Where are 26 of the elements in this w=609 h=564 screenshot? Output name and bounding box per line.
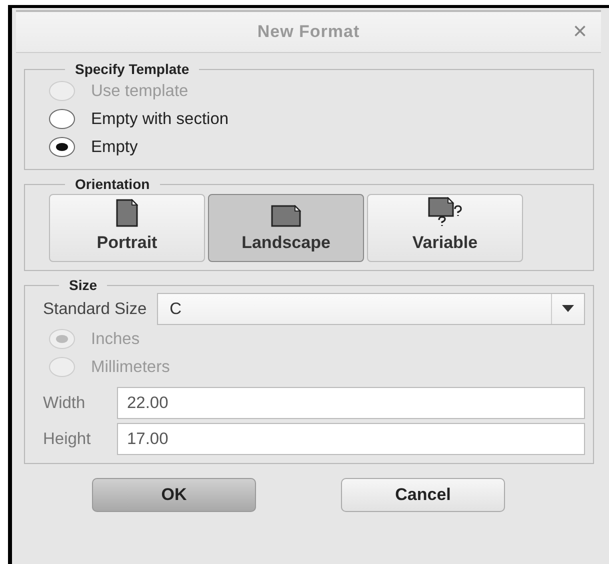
dropdown-arrow-icon — [562, 305, 574, 313]
input-field[interactable]: 22.00 — [117, 387, 585, 419]
group-title: Specify Template — [74, 61, 190, 77]
radio-button[interactable] — [49, 137, 75, 157]
radio-label: Empty with section — [91, 110, 229, 128]
field-label: Width — [43, 394, 86, 412]
input-field[interactable]: 17.00 — [117, 423, 585, 455]
group-title: Orientation — [74, 176, 151, 192]
variable-button[interactable]: Variable — [367, 194, 523, 262]
ok-button[interactable]: OK — [92, 478, 256, 512]
radio-button[interactable] — [49, 109, 75, 129]
radio-label: Use template — [91, 82, 188, 100]
standard-size-dropdown[interactable]: C — [156, 293, 585, 325]
variable-page-icon — [428, 197, 462, 227]
radio-label: Empty — [91, 138, 138, 156]
landscape-page-icon — [271, 205, 301, 227]
field-label: Standard Size — [43, 300, 147, 318]
field-label: Height — [43, 430, 92, 448]
portrait-page-icon — [116, 199, 138, 227]
portrait-button[interactable]: Portrait — [49, 194, 205, 262]
window-title: New Format — [257, 22, 360, 42]
radio-label: Inches — [91, 330, 140, 348]
landscape-button[interactable]: Landscape — [208, 194, 364, 262]
group-title: Size — [68, 277, 98, 293]
cancel-button[interactable]: Cancel — [341, 478, 505, 512]
radio-label: Millimeters — [91, 358, 170, 376]
